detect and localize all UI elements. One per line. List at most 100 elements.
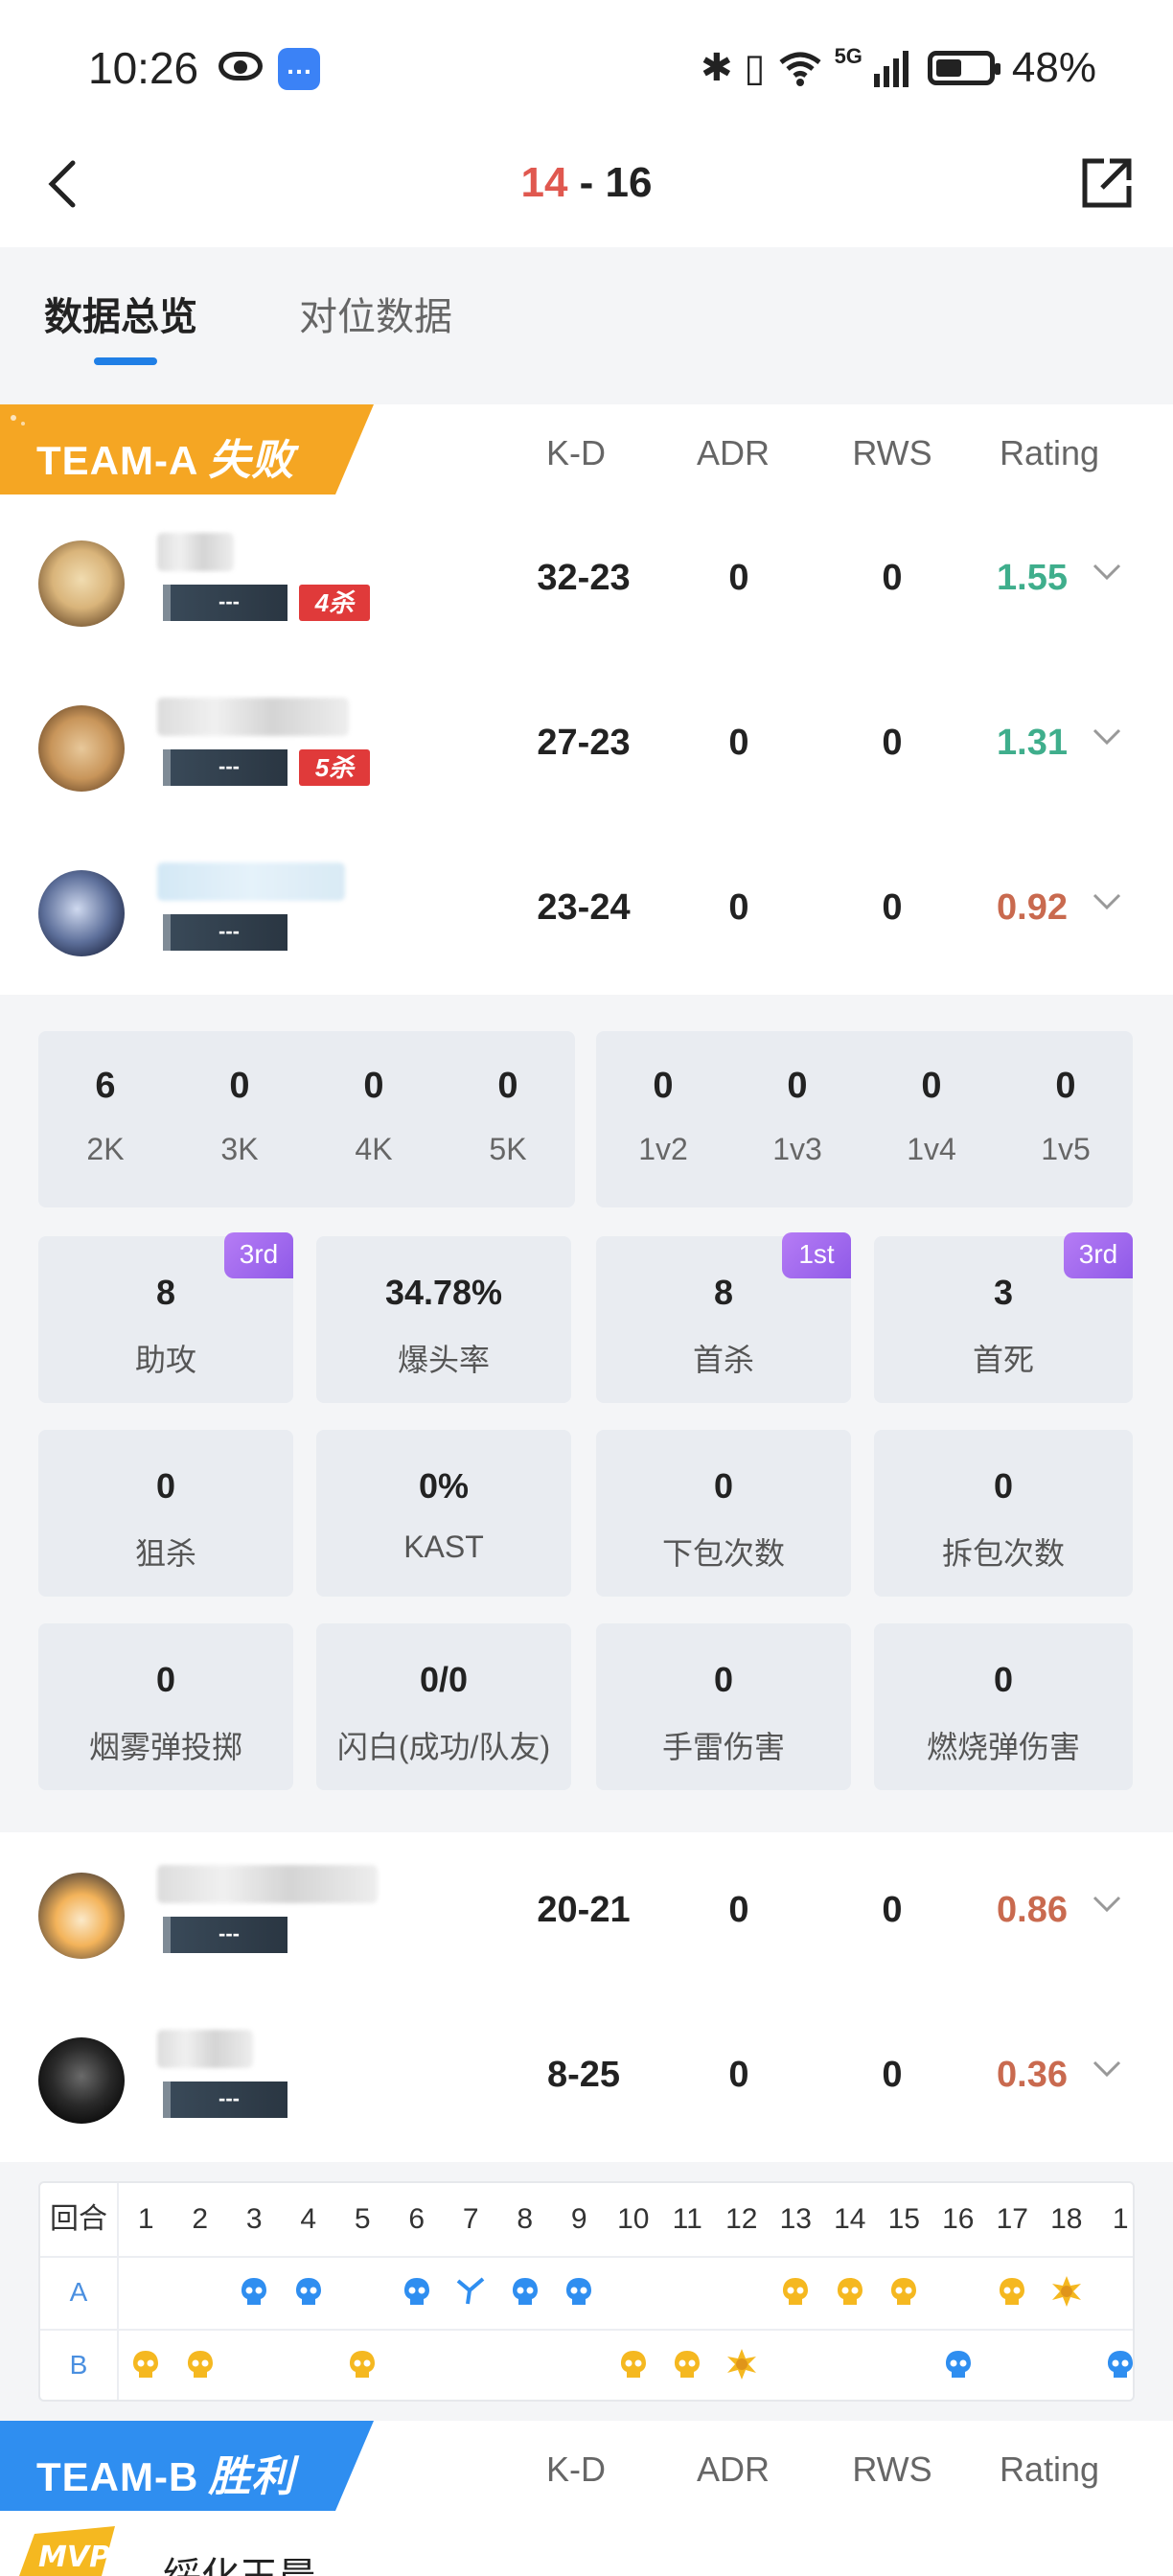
chevron-down-icon[interactable] <box>1091 1888 1123 1920</box>
player-row[interactable]: --- 4杀 32-23 0 0 1.55 <box>0 500 1173 665</box>
round-header-label: 回合 <box>50 2203 107 2235</box>
share-icon[interactable] <box>1077 153 1137 213</box>
player-row[interactable]: --- 8-25 0 0 0.36 <box>0 1997 1173 2162</box>
col-kd[interactable]: K-D <box>494 433 657 473</box>
stat-card-sniper: 0 狙杀 <box>38 1430 293 1597</box>
stat-label: 闪白(成功/队友) <box>336 1730 551 1764</box>
round-timeline[interactable]: 回合 A B 1 2 3 4 5 6 7 8 9 10 11 12 13 14 15 16 17 18 1 <box>38 2181 1135 2402</box>
player-rating: 1.31 <box>997 723 1068 763</box>
chevron-down-icon[interactable] <box>1091 2053 1123 2085</box>
skull-orange-icon <box>617 2348 650 2380</box>
stat-4k-label: 4K <box>355 1132 393 1166</box>
team-b-name: TEAM-B <box>36 2454 199 2499</box>
eye-icon <box>218 52 263 80</box>
stat-label: 首死 <box>972 1343 1034 1377</box>
col-rating[interactable]: Rating <box>968 433 1131 473</box>
kill-tag: 5杀 <box>299 749 370 786</box>
player-kd: 32-23 <box>537 558 631 598</box>
skull-blue-icon <box>1104 2348 1133 2380</box>
player-kd: 23-24 <box>537 887 631 928</box>
player-name-blurred <box>157 533 234 571</box>
player-kd: 20-21 <box>537 1890 631 1930</box>
skull-blue-icon <box>238 2275 270 2308</box>
round-timeline-section: 回合 A B 1 2 3 4 5 6 7 8 9 10 11 12 13 14 15 16 17 18 1 <box>0 2162 1173 2421</box>
player-row[interactable]: --- 20-21 0 0 0.86 <box>0 1832 1173 1997</box>
stat-1v3-label: 1v3 <box>772 1132 822 1166</box>
player-row[interactable]: --- 23-24 0 0 0.92 <box>0 830 1173 995</box>
skull-blue-icon <box>292 2275 325 2308</box>
rank-badge: 3rd <box>224 1232 293 1278</box>
stat-4k-value: 0 <box>363 1066 384 1106</box>
wifi-icon <box>779 52 821 86</box>
battery-icon <box>927 51 1000 85</box>
stat-card-grenade-damage: 0 手雷伤害 <box>596 1623 851 1790</box>
skull-blue-icon <box>563 2275 595 2308</box>
row-label-a: A <box>69 2277 88 2307</box>
skull-blue-icon <box>509 2275 541 2308</box>
signal-icon <box>873 51 908 87</box>
network-label: 5G <box>834 44 862 68</box>
status-time: 10:26 <box>88 43 199 93</box>
col-kd[interactable]: K-D <box>494 2450 657 2490</box>
stat-label: 助攻 <box>134 1343 196 1377</box>
col-adr[interactable]: ADR <box>652 433 815 473</box>
player-name: 绥化王晨 <box>163 2545 316 2576</box>
team-a-header: TEAM-A 失败 K-D ADR RWS Rating <box>0 404 1173 500</box>
explode-orange-icon <box>1050 2275 1083 2308</box>
stat-value: 0 <box>155 1660 176 1699</box>
chevron-down-icon[interactable] <box>1091 721 1123 753</box>
tab-matchup[interactable]: 对位数据 <box>299 286 452 341</box>
rank-tag: --- <box>163 749 288 786</box>
player-adr: 0 <box>728 2055 749 2095</box>
round-number: 8 <box>517 2203 534 2235</box>
stat-1v5-value: 0 <box>1055 1066 1076 1106</box>
col-rws[interactable]: RWS <box>811 2450 974 2490</box>
stat-1v4-value: 0 <box>921 1066 942 1106</box>
stat-card-smokes: 0 烟雾弹投掷 <box>38 1623 293 1790</box>
stat-label: 狙杀 <box>134 1536 196 1571</box>
player-name-blurred <box>157 698 349 736</box>
skull-orange-icon <box>779 2275 812 2308</box>
skull-orange-icon <box>346 2348 379 2380</box>
skull-orange-icon <box>996 2275 1028 2308</box>
score-team-a: 14 <box>520 159 568 206</box>
team-a-name: TEAM-A <box>36 438 199 483</box>
player-adr: 0 <box>728 723 749 763</box>
col-rws[interactable]: RWS <box>811 433 974 473</box>
stat-1v2-label: 1v2 <box>638 1132 688 1166</box>
stat-2k-label: 2K <box>86 1132 125 1166</box>
stat-5k-label: 5K <box>489 1132 527 1166</box>
chevron-down-icon[interactable] <box>1091 556 1123 588</box>
round-number: 5 <box>354 2203 371 2235</box>
tab-overview[interactable]: 数据总览 <box>44 286 197 341</box>
player-stats-panel: 6 2K 0 3K 0 4K 0 5K 0 1v2 0 1v3 0 1v4 0 1v5 3rd … <box>0 995 1173 1834</box>
stat-card-headshot: 34.78% 爆头率 <box>316 1236 571 1403</box>
avatar <box>38 870 125 956</box>
stat-label: 手雷伤害 <box>661 1730 785 1764</box>
player-rws: 0 <box>882 1890 903 1930</box>
player-name-blurred <box>157 1865 378 1903</box>
col-adr[interactable]: ADR <box>652 2450 815 2490</box>
stat-value: 0 <box>993 1660 1014 1699</box>
player-name-blurred <box>157 2030 253 2068</box>
player-adr: 0 <box>728 887 749 928</box>
chevron-down-icon[interactable] <box>1091 886 1123 918</box>
player-rating: 0.92 <box>997 887 1068 928</box>
player-rws: 0 <box>882 558 903 598</box>
avatar <box>38 540 125 627</box>
score-team-b: 16 <box>605 159 653 206</box>
player-adr: 0 <box>728 558 749 598</box>
col-rating[interactable]: Rating <box>968 2450 1131 2490</box>
player-rws: 0 <box>882 723 903 763</box>
player-rating: 0.36 <box>997 2055 1068 2095</box>
round-number: 15 <box>887 2203 920 2235</box>
player-kd: 8-25 <box>546 2055 621 2095</box>
player-rating: 1.55 <box>997 558 1068 598</box>
stat-card-defuses: 0 拆包次数 <box>874 1430 1133 1597</box>
stat-label: 下包次数 <box>661 1536 785 1571</box>
player-row[interactable]: --- 5杀 27-23 0 0 1.31 <box>0 665 1173 830</box>
stat-value: 8 <box>713 1273 734 1312</box>
tab-bar: 数据总览 对位数据 <box>0 247 1173 406</box>
row-label-b: B <box>69 2350 88 2380</box>
skull-orange-icon <box>887 2275 920 2308</box>
